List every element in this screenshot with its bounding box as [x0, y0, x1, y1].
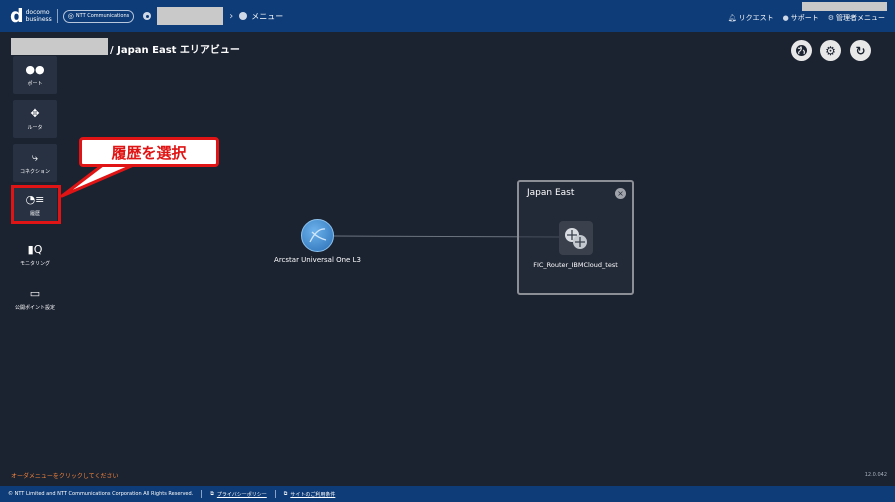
footer: © NTT Limited and NTT Communications Cor… — [0, 486, 895, 502]
order-message: オーダメニューをクリックしてください — [11, 473, 119, 480]
external-link-icon: ⧉ — [210, 491, 214, 497]
network-icon — [309, 228, 327, 243]
external-node-label: Arcstar Universal One L3 — [274, 256, 361, 264]
area-panel-japan-east[interactable]: Japan East × FIC_Router_IBMCloud_test — [517, 180, 634, 295]
footer-divider — [274, 490, 276, 498]
router-node[interactable] — [559, 221, 593, 255]
terms-of-use-link[interactable]: サイトのご利用条件 — [290, 491, 335, 498]
router-label: FIC_Router_IBMCloud_test — [533, 261, 618, 269]
connection-line — [333, 235, 561, 238]
footer-divider — [201, 490, 203, 498]
router-icon — [565, 228, 587, 249]
external-network-node[interactable] — [301, 219, 334, 252]
external-link-icon: ⧉ — [283, 491, 288, 497]
version-label: 12.0.042 — [864, 472, 887, 478]
area-title: Japan East — [527, 188, 575, 198]
copyright-text: © NTT Limited and NTT Communications Cor… — [8, 491, 194, 497]
close-icon[interactable]: × — [615, 188, 626, 199]
privacy-policy-link[interactable]: プライバシーポリシー — [217, 491, 267, 498]
